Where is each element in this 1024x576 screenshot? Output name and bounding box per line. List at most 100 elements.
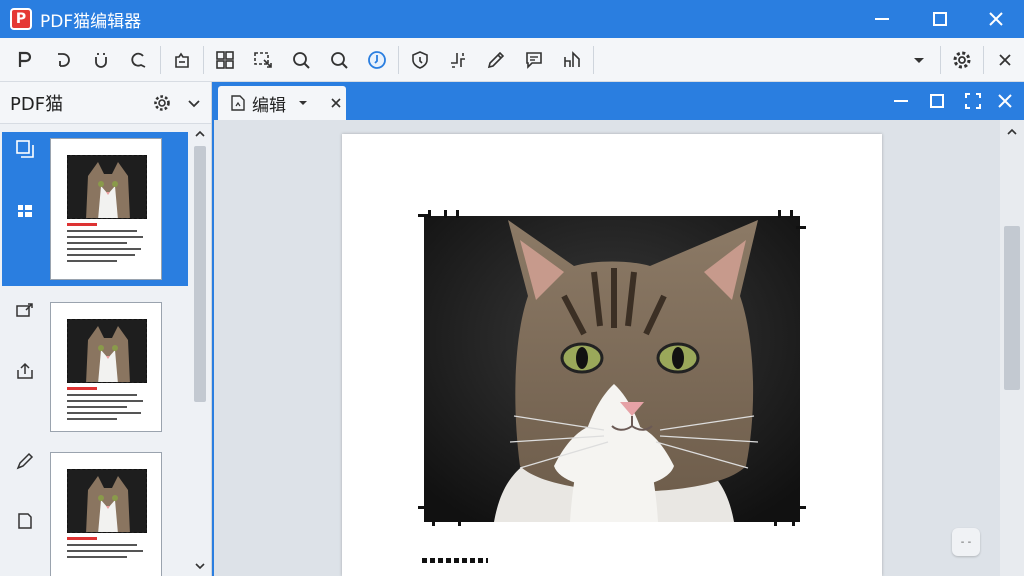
chevron-down-icon[interactable] bbox=[296, 96, 310, 110]
selection-handle[interactable] bbox=[790, 210, 793, 218]
upload-button[interactable] bbox=[14, 360, 36, 382]
select-region-button[interactable] bbox=[244, 42, 282, 78]
toolbar-separator bbox=[983, 46, 984, 74]
thumbnail-photo bbox=[67, 319, 147, 383]
page-thumbnail[interactable] bbox=[50, 302, 162, 432]
selection-handle[interactable] bbox=[444, 210, 447, 218]
zoom-in-button[interactable] bbox=[320, 42, 358, 78]
thumbnail-text-line bbox=[67, 412, 141, 414]
thumbnail-photo bbox=[67, 155, 147, 219]
sidebar-scrollbar[interactable] bbox=[190, 124, 210, 576]
page-button[interactable] bbox=[14, 510, 36, 532]
rotate-button[interactable] bbox=[44, 42, 82, 78]
doc-fullscreen-button[interactable] bbox=[962, 90, 984, 112]
brush-button[interactable] bbox=[14, 450, 36, 472]
selection-handle[interactable] bbox=[458, 516, 461, 526]
undo-button[interactable] bbox=[82, 42, 120, 78]
document-scroll-thumb[interactable] bbox=[1004, 226, 1020, 390]
minimize-button[interactable] bbox=[852, 0, 912, 38]
selection-handle[interactable] bbox=[418, 506, 428, 509]
selection-handle[interactable] bbox=[428, 210, 431, 218]
thumbnails-grid-button[interactable] bbox=[206, 42, 244, 78]
undo-icon bbox=[95, 52, 107, 68]
minimize-icon bbox=[875, 18, 889, 20]
thumbnail-text-line bbox=[67, 254, 135, 256]
document-icon bbox=[228, 93, 248, 113]
doc-minimize-button[interactable] bbox=[890, 90, 912, 112]
toolbar-close-button[interactable] bbox=[986, 42, 1024, 78]
thumbnail-caption bbox=[67, 223, 97, 226]
pen-icon bbox=[487, 51, 505, 68]
layers-button[interactable] bbox=[14, 138, 36, 160]
sidebar-header: PDF猫 bbox=[0, 82, 211, 124]
selection-handle[interactable] bbox=[418, 214, 428, 217]
toolbar-more-button[interactable] bbox=[900, 42, 938, 78]
redo-icon bbox=[131, 52, 146, 68]
scroll-up-button[interactable] bbox=[1006, 126, 1018, 138]
app-title: PDF猫编辑器 bbox=[40, 11, 142, 32]
page-thumbnail-row-2[interactable] bbox=[2, 296, 188, 450]
protect-button[interactable] bbox=[401, 42, 439, 78]
tab-edit[interactable]: 编辑 bbox=[218, 86, 346, 120]
page-icon bbox=[18, 513, 32, 529]
sign-icon bbox=[564, 50, 580, 67]
layers-icon bbox=[16, 140, 34, 158]
annotation-icon bbox=[16, 303, 33, 317]
sidebar-scroll-thumb[interactable] bbox=[194, 146, 206, 402]
chevron-down-icon bbox=[914, 58, 924, 63]
sidebar-settings-button[interactable] bbox=[150, 91, 174, 115]
selection-handle[interactable] bbox=[796, 226, 806, 229]
selection-handle[interactable] bbox=[798, 506, 806, 509]
chevron-up-icon bbox=[195, 130, 205, 137]
scroll-up-button[interactable] bbox=[194, 128, 206, 140]
zoom-out-icon bbox=[293, 51, 310, 69]
toolbar-separator bbox=[160, 45, 161, 74]
page-thumbnail[interactable] bbox=[50, 138, 162, 280]
page-thumbnail[interactable] bbox=[50, 452, 162, 576]
cat-photo[interactable] bbox=[424, 216, 800, 522]
document-area: 编辑 - - bbox=[214, 82, 1024, 576]
document-scrollbar[interactable] bbox=[1000, 120, 1024, 576]
minimize-icon bbox=[894, 100, 908, 102]
page-thumbnail-row-3[interactable] bbox=[2, 446, 188, 576]
title-bar: P PDF猫编辑器 bbox=[0, 0, 1024, 38]
text-tool-button[interactable] bbox=[6, 42, 44, 78]
thumbnail-photo bbox=[67, 469, 147, 533]
app-logo-letter: P bbox=[15, 11, 27, 27]
sign-button[interactable] bbox=[553, 42, 591, 78]
selection-handle[interactable] bbox=[432, 516, 435, 526]
pen-button[interactable] bbox=[477, 42, 515, 78]
sidebar-title: PDF猫 bbox=[10, 93, 64, 115]
document-tab-bar: 编辑 bbox=[214, 82, 1024, 120]
brush-icon bbox=[16, 452, 34, 470]
comment-button[interactable] bbox=[515, 42, 553, 78]
zoom-out-button[interactable] bbox=[282, 42, 320, 78]
floating-action-button[interactable]: - - bbox=[952, 528, 980, 556]
comment-icon bbox=[526, 51, 542, 69]
annotation-button[interactable] bbox=[14, 300, 36, 322]
close-window-button[interactable] bbox=[966, 0, 1024, 38]
thumbnail-sidebar: PDF猫 bbox=[0, 82, 212, 576]
export-button[interactable] bbox=[163, 42, 201, 78]
scroll-down-button[interactable] bbox=[194, 560, 206, 572]
selection-handle[interactable] bbox=[456, 210, 459, 218]
selection-handle[interactable] bbox=[774, 516, 777, 526]
pdf-page[interactable] bbox=[342, 134, 882, 576]
crop-button[interactable] bbox=[439, 42, 477, 78]
selection-handle[interactable] bbox=[792, 516, 795, 526]
sidebar-dropdown-button[interactable] bbox=[182, 91, 206, 115]
zoom-in-icon bbox=[331, 51, 348, 69]
selection-handle[interactable] bbox=[778, 210, 781, 218]
doc-maximize-button[interactable] bbox=[926, 90, 948, 112]
redo-button[interactable] bbox=[120, 42, 158, 78]
image-selection-frame[interactable] bbox=[418, 210, 806, 526]
thumbnail-text-line bbox=[67, 260, 117, 262]
maximize-button[interactable] bbox=[910, 0, 970, 38]
dashed-text-line bbox=[422, 558, 488, 563]
doc-close-button[interactable] bbox=[994, 90, 1016, 112]
settings-button[interactable] bbox=[943, 42, 981, 78]
clock-button[interactable] bbox=[358, 42, 396, 78]
tab-close-button[interactable] bbox=[326, 93, 346, 113]
list-button[interactable] bbox=[14, 200, 36, 222]
page-thumbnail-row-1[interactable] bbox=[2, 132, 188, 286]
